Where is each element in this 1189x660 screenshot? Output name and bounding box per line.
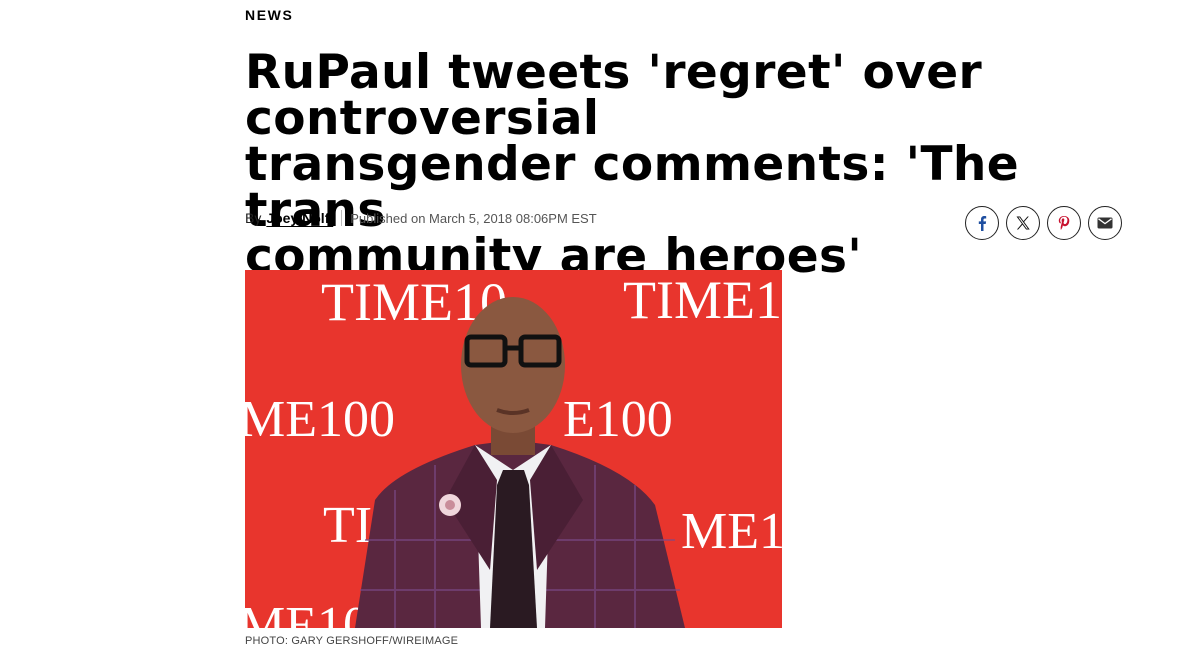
byline-prefix: By <box>245 210 262 226</box>
headline-line-1: RuPaul tweets 'regret' over controversia… <box>245 45 983 146</box>
backdrop-text-2: TIME1 <box>623 270 782 330</box>
section-label[interactable]: NEWS <box>245 7 293 23</box>
backdrop-text-7: ME10 <box>245 597 369 628</box>
email-icon <box>1097 217 1113 229</box>
facebook-icon <box>978 216 987 231</box>
share-pinterest-button[interactable] <box>1047 206 1081 240</box>
backdrop-text-5: TI <box>323 497 372 554</box>
article-headline: RuPaul tweets 'regret' over controversia… <box>245 49 1145 280</box>
pinterest-icon <box>1058 216 1070 230</box>
rupaul-portrait-image: TIME10 TIME1 ME100 E100 TI ME10 ME10 <box>245 270 782 628</box>
published-date: Published on March 5, 2018 08:06PM EST <box>350 210 597 226</box>
backdrop-text-4: E100 <box>563 391 673 448</box>
article-page: NEWS RuPaul tweets 'regret' over controv… <box>0 0 1189 660</box>
article-hero-photo: TIME10 TIME1 ME100 E100 TI ME10 ME10 <box>245 270 782 628</box>
share-bar <box>965 206 1122 240</box>
share-x-button[interactable] <box>1006 206 1040 240</box>
photo-caption: PHOTO: GARY GERSHOFF/WIREIMAGE <box>245 635 459 647</box>
backdrop-text-6: ME10 <box>681 503 782 560</box>
share-facebook-button[interactable] <box>965 206 999 240</box>
x-icon <box>1016 216 1030 230</box>
author-link[interactable]: Joey Nolfi <box>266 210 333 226</box>
backdrop-text-3: ME100 <box>245 391 395 448</box>
share-email-button[interactable] <box>1088 206 1122 240</box>
byline: By Joey Nolfi Published on March 5, 2018… <box>245 210 597 226</box>
byline-divider <box>341 210 343 226</box>
